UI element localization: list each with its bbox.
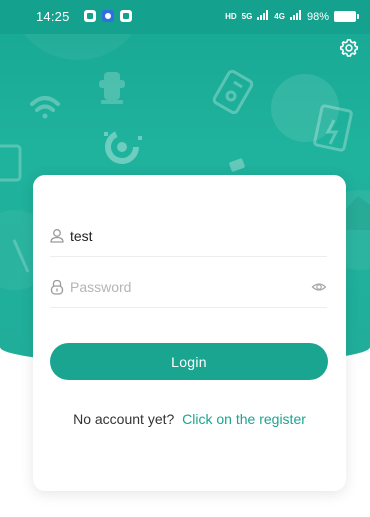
no-account-text: No account yet? [73, 411, 175, 427]
notification-message-icon [120, 10, 132, 22]
signal-5g-label: 5G [241, 11, 253, 21]
username-field-row [50, 216, 327, 257]
lock-icon [50, 279, 64, 295]
battery-percent: 98% [306, 10, 329, 23]
register-prompt: No account yet? Click on the register [33, 411, 346, 427]
username-input[interactable] [70, 228, 290, 244]
login-card: Login No account yet? Click on the regis… [33, 175, 346, 491]
meter-icon [212, 69, 254, 115]
register-link[interactable]: Click on the register [182, 411, 306, 427]
status-notifications [84, 10, 132, 22]
chart-ring-icon [104, 130, 142, 164]
status-bar: 14:25 HD 5G 4G 98% [0, 0, 370, 34]
toggle-password-visibility[interactable] [311, 279, 327, 295]
notification-blue-icon [102, 10, 114, 22]
password-input[interactable] [70, 279, 290, 295]
user-icon [50, 228, 64, 244]
device-left-icon [0, 144, 22, 182]
wifi-icon [30, 96, 60, 119]
login-button[interactable]: Login [50, 343, 328, 380]
hd-tag: HD [225, 11, 237, 21]
signal-4g-label: 4G [274, 11, 285, 21]
eye-icon [311, 283, 327, 291]
battery-decor-icon [229, 158, 245, 172]
status-right: HD 5G 4G 98% [225, 10, 359, 23]
hydrant-icon [99, 72, 125, 104]
signal-4g-bars-icon [289, 10, 302, 23]
status-time: 14:25 [36, 9, 70, 24]
battery-icon [334, 11, 359, 22]
settings-button[interactable] [338, 37, 360, 59]
password-field-row [50, 267, 327, 308]
signal-5g-bars-icon [257, 10, 269, 23]
gear-icon [339, 38, 359, 57]
notification-app-icon [84, 10, 96, 22]
